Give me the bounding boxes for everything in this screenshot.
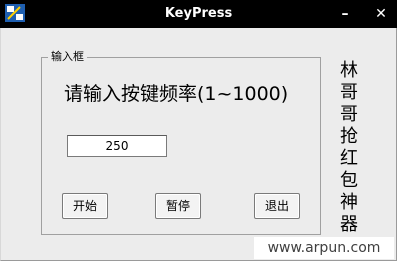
close-icon[interactable]: ✕ (372, 5, 390, 23)
title-bar[interactable]: KeyPress – ✕ (0, 0, 397, 28)
frequency-prompt: 请输入按键频率(1~1000) (64, 83, 289, 105)
side-caption: 林哥哥抢红包神器 (340, 60, 358, 235)
watermark: www.arpun.com (254, 237, 394, 259)
minimize-icon[interactable]: – (336, 5, 354, 23)
group-label: 输入框 (48, 48, 87, 64)
start-button[interactable]: 开始 (62, 193, 108, 219)
frequency-input[interactable] (67, 135, 167, 157)
pause-button[interactable]: 暂停 (155, 193, 201, 219)
exit-button[interactable]: 退出 (254, 193, 300, 219)
